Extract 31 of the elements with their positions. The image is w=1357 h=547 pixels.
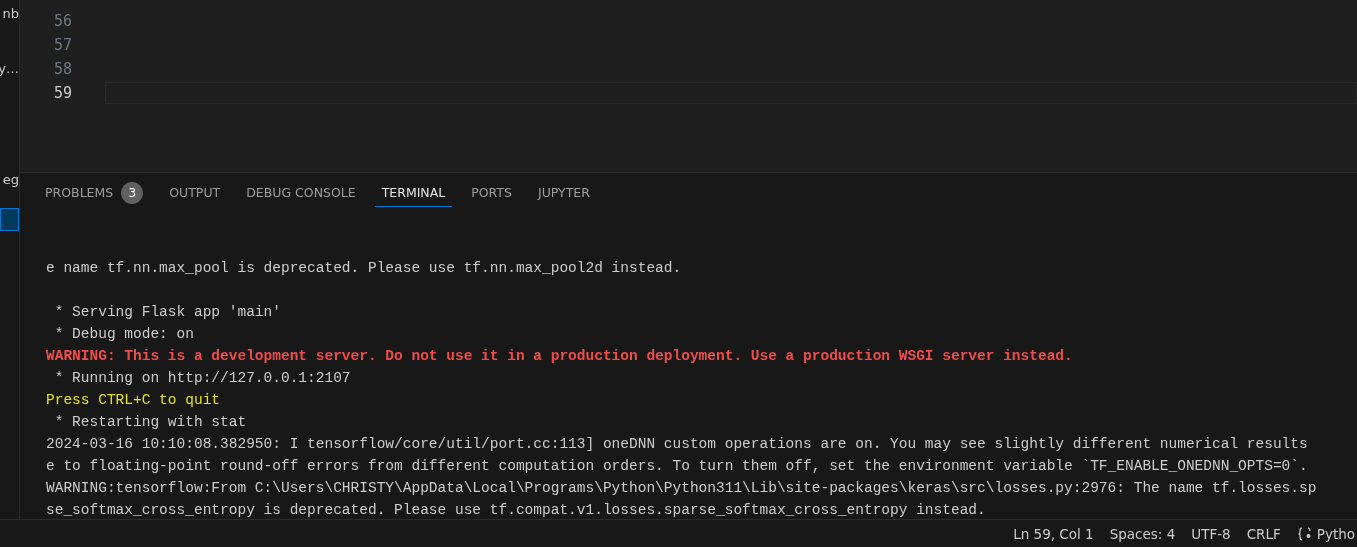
- panel-tab[interactable]: DEBUG CONSOLE: [239, 179, 363, 208]
- panel-tab[interactable]: PROBLEMS 3: [38, 175, 151, 211]
- status-item[interactable]: UTF-8: [1183, 525, 1239, 542]
- panel-tab[interactable]: PORTS: [464, 179, 519, 208]
- terminal-line: * Serving Flask app 'main': [53, 304, 281, 321]
- terminal-line: WARNING: This is a development server. Do not use it in a production deployment. Use a production WSGI server instead.: [46, 348, 1073, 365]
- terminal-line: * Restarting with stat: [53, 414, 247, 431]
- line-number: 58: [52, 60, 72, 78]
- terminal-line: * Debug mode: on: [53, 326, 194, 343]
- file-item[interactable]: eg: [0, 169, 19, 191]
- line-number: 59: [52, 84, 72, 102]
- problem-count-badge: 3: [121, 181, 144, 204]
- file-item[interactable]: [0, 208, 19, 231]
- language-mode[interactable]: Pytho: [1288, 525, 1355, 542]
- terminal-line: se_softmax_cross_entropy is deprecated. Please use tf.compat.v1.losses.sparse_softmax_cross_entropy instead.: [46, 502, 986, 519]
- terminal-line: e to floating-point round-off errors from different computation orders. To turn them off, set the environment variable `TF_ENABLE_ONEDNN_OPTS=0`.: [46, 458, 1308, 475]
- panel-tab[interactable]: JUPYTER: [530, 179, 597, 208]
- line-number: 56: [52, 12, 72, 30]
- terminal-line: Press CTRL+C to quit: [46, 392, 221, 409]
- terminal-line: e name tf.nn.max_pool is deprecated. Please use tf.nn.max_pool2d instead.: [46, 260, 682, 277]
- terminal-line: WARNING:tensorflow:From C:\Users\CHRISTY\AppData\Local\Programs\Python\Python311\Lib\site-packages\keras\src\losses.py:2976: The name tf.losses.sp: [46, 480, 1317, 497]
- status-item[interactable]: Ln 59, Col 1: [1005, 525, 1102, 542]
- terminal-line: 2024-03-16 10:10:08.382950: I tensorflow/core/util/port.cc:113] oneDNN custom operations are on. You may see slightly different numerical results: [46, 436, 1308, 453]
- panel-tab[interactable]: TERMINAL: [374, 179, 453, 208]
- braces-icon: [1296, 525, 1313, 542]
- line-number: 57: [52, 36, 72, 54]
- terminal-line: * Running on http://127.0.0.1:2107: [53, 370, 351, 387]
- panel-tab[interactable]: OUTPUT: [162, 179, 228, 208]
- status-item[interactable]: CRLF: [1238, 525, 1289, 542]
- status-item[interactable]: Spaces: 4: [1101, 525, 1184, 542]
- file-item[interactable]: nb: [0, 3, 19, 25]
